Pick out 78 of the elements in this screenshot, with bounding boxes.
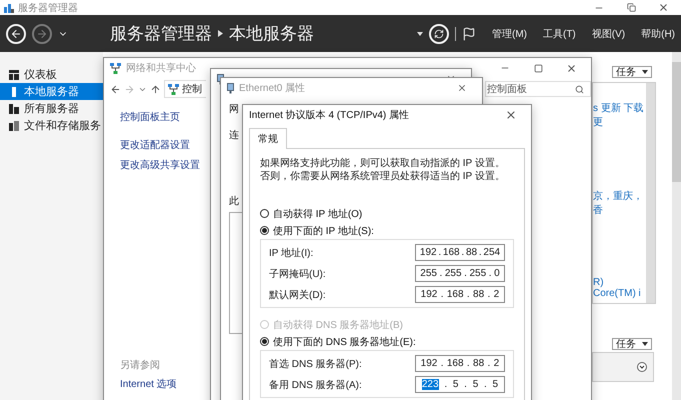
- radio-icon[interactable]: [260, 226, 269, 235]
- label-text: 此: [229, 194, 239, 208]
- label-text: 网: [229, 103, 239, 116]
- section-heading: 另请参阅: [120, 358, 160, 372]
- field-label: 备用 DNS 服务器(A):: [269, 378, 362, 392]
- caret-icon: [642, 342, 648, 346]
- sidebar-item[interactable]: 文件和存储服务: [0, 117, 103, 134]
- menu-item[interactable]: 管理(M): [492, 26, 527, 40]
- network-icon: [168, 84, 179, 94]
- dropdown-icon[interactable]: [416, 32, 423, 36]
- nav-link[interactable]: 更改高级共享设置: [120, 158, 200, 172]
- search-field[interactable]: 控制面板: [485, 81, 591, 97]
- maximize-icon: [534, 64, 542, 72]
- field-label: 子网掩码(U):: [269, 268, 326, 280]
- window-title: 网络和共享中心: [126, 62, 197, 75]
- ip-address-field[interactable]: 192 . 168 . 88 . 2: [415, 355, 505, 372]
- window-title: 服务器管理器: [18, 2, 79, 14]
- notifications-flag-icon[interactable]: [462, 26, 476, 40]
- radio-option[interactable]: 自动获得 IP 地址(O): [260, 205, 362, 222]
- nav-link[interactable]: 更改适配器设置: [120, 138, 190, 152]
- refresh-button[interactable]: [428, 24, 449, 44]
- close-icon: [457, 83, 467, 93]
- field-label: IP 地址(I):: [269, 246, 314, 260]
- sidebar-item[interactable]: 本地服务器: [0, 83, 103, 100]
- panel-text: s 更新 下载更: [593, 102, 645, 129]
- tasks-dropdown[interactable]: 任务: [612, 338, 652, 350]
- sidebar-item-icon: [9, 120, 19, 130]
- sidebar-item-icon: [9, 86, 19, 96]
- adapter-icon: [227, 82, 234, 94]
- nav-link[interactable]: 控制面板主页: [120, 110, 180, 124]
- close-icon: [658, 2, 668, 13]
- forward-button[interactable]: [32, 24, 52, 44]
- breadcrumb[interactable]: 本地服务器: [229, 22, 314, 45]
- tab[interactable]: 常规: [249, 128, 287, 149]
- window-title: Ethernet0 属性: [239, 82, 306, 95]
- radio-icon[interactable]: [260, 337, 269, 346]
- sidebar-item[interactable]: 所有服务器: [0, 100, 103, 117]
- panel-text: R) Core(TM) i: [593, 277, 642, 299]
- sidebar-item-icon: [9, 70, 19, 80]
- back-icon: [10, 28, 22, 40]
- radio-option[interactable]: 使用下面的 DNS 服务器地址(E):: [260, 333, 416, 350]
- ip-address-field[interactable]: 192 . 168 . 88 . 254: [415, 244, 505, 261]
- ip-address-field[interactable]: 255 . 255 . 255 . 0: [415, 265, 505, 282]
- menu-item[interactable]: 工具(T): [542, 26, 576, 40]
- ip-address-field[interactable]: 192 . 168 . 88 . 2: [415, 286, 505, 303]
- radio-option[interactable]: 使用下面的 IP 地址(S):: [260, 222, 374, 239]
- field-label: 默认网关(D):: [269, 288, 326, 302]
- forward-icon: [36, 28, 48, 40]
- menu-item[interactable]: 帮助(H): [641, 26, 675, 40]
- tasks-dropdown[interactable]: 任务: [612, 66, 652, 78]
- panel-text: 京，重庆，香: [593, 190, 644, 217]
- breadcrumb-separator-icon: [218, 30, 223, 37]
- scrollbar[interactable]: [646, 83, 655, 303]
- close-icon: [566, 62, 576, 74]
- description-text: 如果网络支持此功能，则可以获取自动指派的 IP 设置。否则，你需要从网络系统管理员处获得适当的 IP 设置。: [260, 157, 506, 183]
- sidebar-item-icon: [9, 104, 19, 114]
- label-text: 连: [229, 129, 239, 142]
- sidebar-item[interactable]: 仪表板: [0, 66, 103, 83]
- breadcrumb[interactable]: 服务器管理器: [110, 22, 212, 45]
- radio-icon[interactable]: [260, 209, 269, 218]
- network-icon: [110, 62, 121, 74]
- back-button[interactable]: [6, 24, 26, 44]
- field-label: 首选 DNS 服务器(P):: [269, 358, 362, 370]
- close-icon: [505, 109, 517, 121]
- app-icon: [4, 2, 14, 12]
- caret-icon: [642, 70, 648, 74]
- menu-item[interactable]: 视图(V): [592, 26, 626, 40]
- restore-icon: [626, 3, 636, 12]
- nav-link[interactable]: Internet 选项: [120, 377, 177, 391]
- search-icon[interactable]: [575, 84, 584, 94]
- refresh-icon: [434, 28, 444, 38]
- up-icon[interactable]: [150, 84, 161, 94]
- scrollbar[interactable]: [672, 52, 681, 400]
- window-title: Internet 协议版本 4 (TCP/IPv4) 属性: [249, 108, 410, 122]
- ip-address-field[interactable]: 223 . 5 . 5 . 5: [415, 376, 505, 393]
- expand-icon[interactable]: [637, 362, 647, 372]
- back-icon[interactable]: [110, 84, 121, 94]
- address-bar[interactable]: 控制: [164, 80, 206, 98]
